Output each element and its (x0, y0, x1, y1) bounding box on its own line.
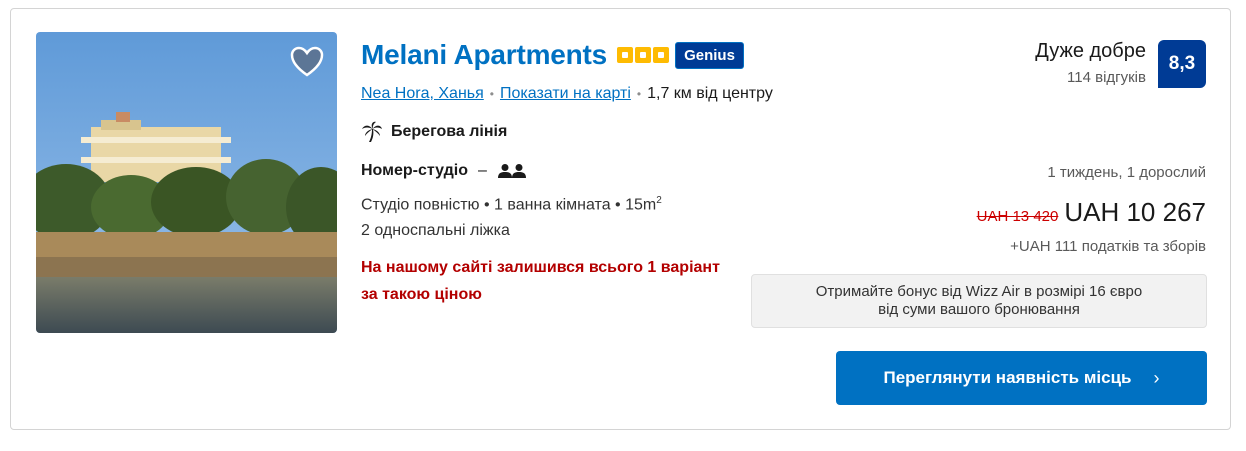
room-details-text: Студіо повністю • 1 ванна кімната • 15m (361, 196, 657, 214)
feature-row: Берегова лінія (361, 121, 507, 143)
property-name-link[interactable]: Melani Apartments (361, 39, 607, 71)
review-text: Дуже добре 114 відгуків (1035, 40, 1146, 86)
favorite-button[interactable] (289, 44, 325, 80)
bonus-line-1: Отримайте бонус від Wizz Air в розмірі 1… (815, 283, 1143, 300)
separator-dot: • (489, 87, 494, 101)
title-row: Melani Apartments Genius (361, 39, 744, 71)
star-icon (617, 47, 634, 63)
separator-dot: • (636, 87, 642, 101)
star-rating (617, 47, 670, 63)
heart-icon (290, 46, 324, 77)
taxes-info: +UAH 111 податків та зборів (1010, 238, 1206, 255)
price-row: UAH 13 420 UAH 10 267 (977, 197, 1206, 228)
current-price: UAH 10 267 (1064, 197, 1206, 227)
room-name: Номер-студіо (361, 162, 468, 179)
room-details: Студіо повністю • 1 ванна кімната • 15m2 (361, 195, 662, 214)
two-persons-icon (497, 164, 526, 178)
stay-info: 1 тиждень, 1 дорослий (1047, 164, 1206, 181)
location-area-link[interactable]: Nea Hora, Ханья (361, 85, 484, 103)
chevron-right-icon: › (1153, 367, 1160, 388)
urgency-message: На нашому сайті залишився всього 1 варіа… (361, 259, 720, 303)
star-icon (635, 47, 652, 63)
palm-tree-icon (362, 121, 382, 142)
bonus-line-2: від суми вашого бронювання (878, 301, 1080, 318)
property-photo[interactable] (36, 32, 337, 333)
review-word: Дуже добре (1035, 40, 1146, 62)
original-price: UAH 13 420 (976, 208, 1059, 225)
distance-from-center: 1,7 км від центру (647, 85, 773, 102)
review-score-block[interactable]: Дуже добре 114 відгуків 8,3 (1035, 40, 1206, 88)
review-count: 114 відгуків (1067, 69, 1146, 86)
bed-info: 2 односпальні ліжка (361, 222, 510, 239)
review-score-badge: 8,3 (1158, 40, 1206, 88)
bonus-banner: Отримайте бонус від Wizz Air в розмірі 1… (751, 274, 1207, 328)
room-dash: – (477, 162, 487, 179)
genius-badge[interactable]: Genius (675, 41, 744, 69)
star-icon (653, 47, 670, 63)
feature-label: Берегова лінія (391, 123, 508, 140)
location-row: Nea Hora, Ханья • Показати на карті • 1,… (361, 85, 773, 103)
see-availability-button[interactable]: Переглянути наявність місць › (836, 351, 1207, 405)
show-on-map-link[interactable]: Показати на карті (500, 85, 631, 103)
room-area-superscript: 2 (656, 195, 662, 206)
see-availability-label: Переглянути наявність місць (883, 368, 1132, 387)
room-row: Номер-студіо – (361, 162, 527, 180)
property-card: Melani Apartments Genius Nea Hora, Ханья… (10, 8, 1231, 430)
